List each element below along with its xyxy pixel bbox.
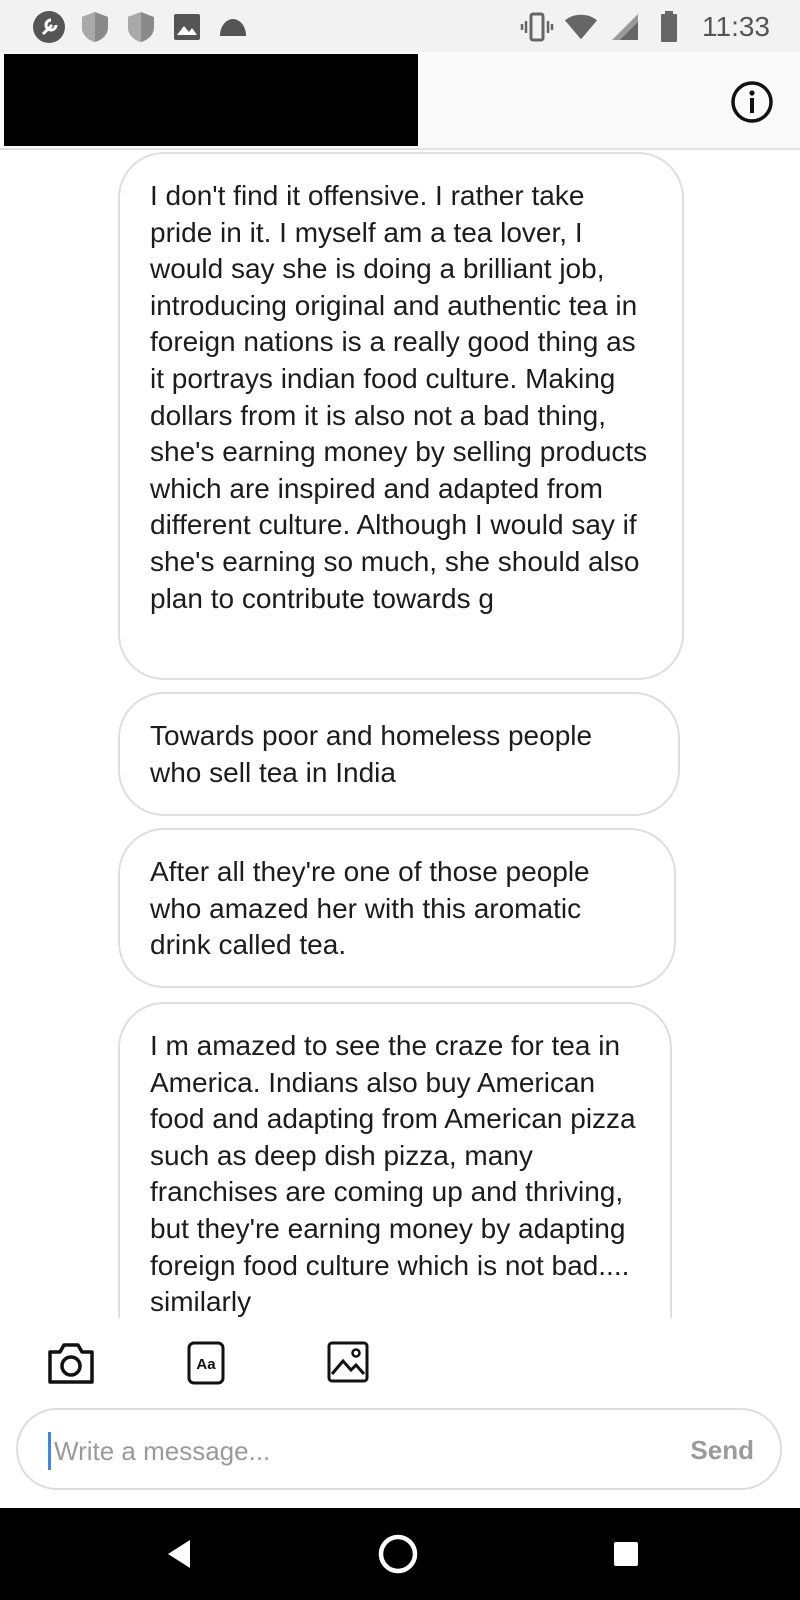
conversation-header: [0, 52, 800, 150]
message-composer: Send: [16, 1408, 782, 1490]
camera-icon[interactable]: [46, 1340, 96, 1386]
status-right-icons: 11:33: [520, 10, 770, 44]
text-caret: [48, 1432, 51, 1470]
send-button[interactable]: Send: [690, 1428, 754, 1472]
message-thread[interactable]: I don't find it offensive. I rather take…: [0, 150, 800, 1318]
gallery-icon: [170, 10, 204, 44]
battery-icon: [652, 10, 686, 44]
cloud-icon: [216, 10, 250, 44]
shield-icon: [78, 10, 112, 44]
vibrate-icon: [520, 10, 554, 44]
status-bar: 11:33: [0, 0, 800, 52]
info-icon[interactable]: [730, 80, 774, 124]
status-left-icons: [32, 10, 250, 44]
redacted-conversation-title: [4, 54, 418, 146]
message-bubble[interactable]: Towards poor and homeless people who sel…: [118, 692, 680, 816]
back-icon[interactable]: [158, 1532, 202, 1576]
text-format-label: Aa: [196, 1356, 216, 1373]
recent-apps-icon[interactable]: [604, 1532, 648, 1576]
shield-icon: [124, 10, 158, 44]
wifi-icon: [564, 10, 598, 44]
dev-tools-icon: [32, 10, 66, 44]
message-bubble[interactable]: After all they're one of those people wh…: [118, 828, 676, 988]
compose-toolbar: Aa: [0, 1318, 800, 1408]
message-bubble[interactable]: I m amazed to see the craze for tea in A…: [118, 1002, 672, 1318]
image-icon[interactable]: [326, 1340, 376, 1386]
signal-icon: [608, 10, 642, 44]
message-input[interactable]: [52, 1426, 656, 1476]
status-time: 11:33: [702, 11, 770, 42]
text-format-icon[interactable]: Aa: [186, 1340, 236, 1386]
message-bubble[interactable]: I don't find it offensive. I rather take…: [118, 152, 684, 680]
navigation-bar: [0, 1508, 800, 1600]
home-icon[interactable]: [376, 1532, 420, 1576]
